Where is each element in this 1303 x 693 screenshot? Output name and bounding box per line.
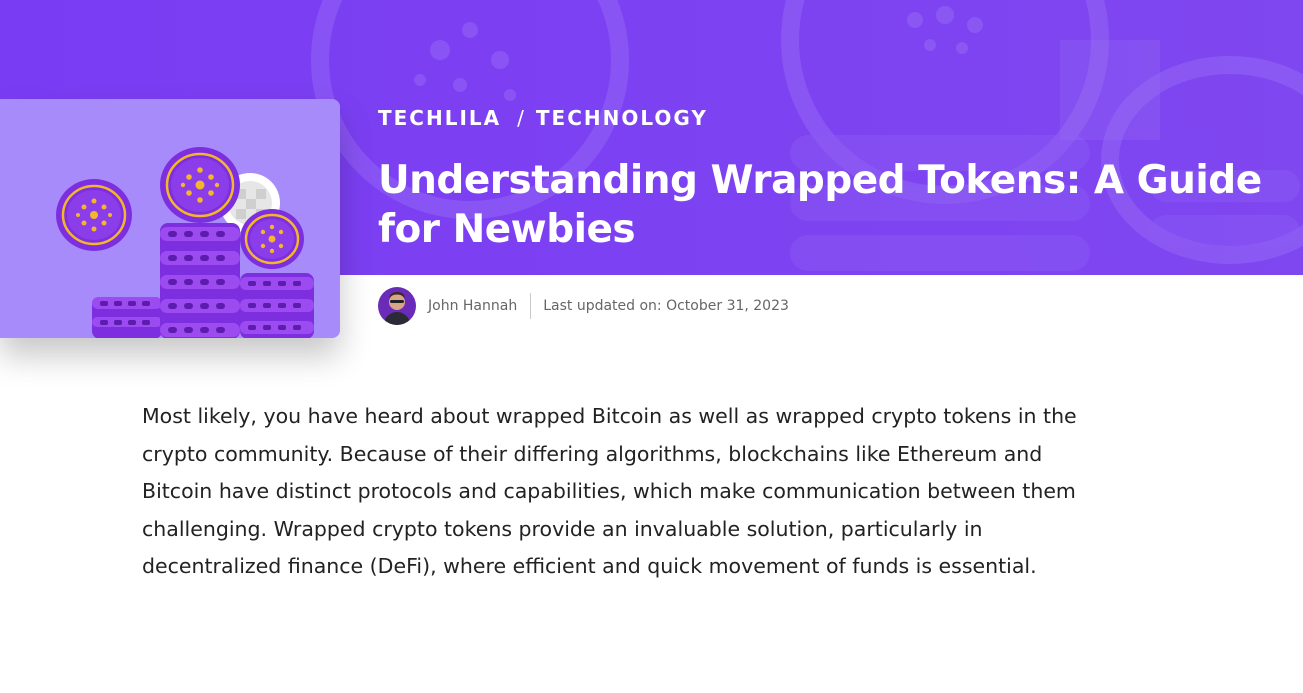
breadcrumb-separator: / — [517, 106, 524, 130]
hero-text: TECHLILA / TECHNOLOGY Understanding Wrap… — [378, 104, 1293, 254]
author-avatar-photo — [378, 287, 416, 325]
article-intro-paragraph: Most likely, you have heard about wrappe… — [142, 404, 1077, 578]
article-title: Understanding Wrapped Tokens: A Guide fo… — [378, 158, 1262, 252]
coin-right — [240, 209, 304, 269]
author-avatar[interactable] — [378, 287, 416, 325]
coin-stack-left — [92, 297, 162, 338]
cardano-coins-illustration — [0, 99, 340, 338]
featured-image — [0, 99, 340, 338]
last-updated-date: Last updated on: October 31, 2023 — [543, 298, 789, 314]
author-name-link[interactable]: John Hannah — [428, 298, 517, 314]
article-meta: John Hannah Last updated on: October 31,… — [378, 287, 789, 325]
coin-stack-center — [160, 223, 240, 338]
coin-top-center — [160, 147, 240, 223]
meta-divider — [530, 293, 532, 319]
breadcrumb-site-link[interactable]: TECHLILA — [378, 106, 501, 130]
coin-stack-right — [240, 273, 314, 338]
coin-left — [56, 179, 132, 251]
breadcrumb: TECHLILA / TECHNOLOGY — [378, 104, 1293, 132]
breadcrumb-category-link[interactable]: TECHNOLOGY — [536, 106, 708, 130]
